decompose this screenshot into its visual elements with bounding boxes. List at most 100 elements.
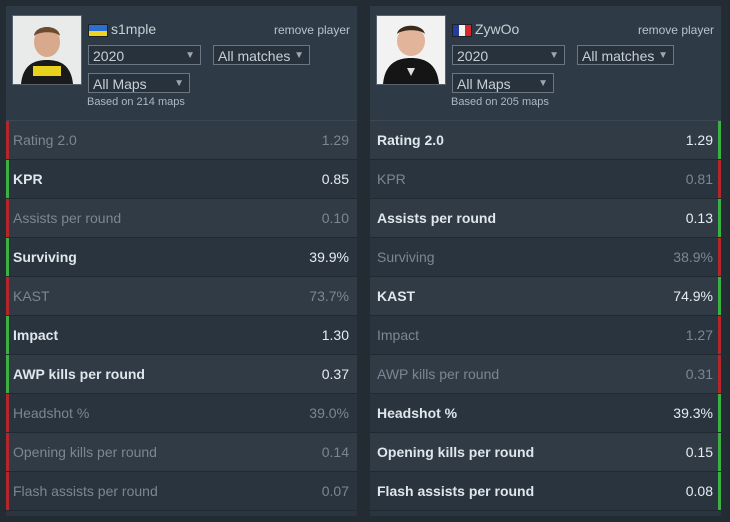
chevron-down-icon: ▼ (294, 50, 304, 61)
stat-row: Opening kills per round 0.15 (370, 433, 721, 472)
stat-row: AWP kills per round 0.37 (6, 355, 357, 394)
stat-value: 73.7% (309, 288, 349, 304)
stat-row: AWP kills per round 0.31 (370, 355, 721, 394)
stat-label: Flash assists per round (13, 483, 158, 499)
stat-row: Surviving 39.9% (6, 238, 357, 277)
stat-value: 0.07 (321, 483, 349, 499)
stat-label: KPR (13, 171, 43, 187)
better-indicator (6, 160, 9, 198)
maps-select-value: All Maps (457, 76, 511, 92)
stat-row: Impact 1.30 (6, 316, 357, 355)
based-on-maps: Based on 205 maps (451, 96, 549, 108)
better-indicator (718, 433, 721, 471)
player-avatar (376, 15, 446, 85)
stat-label: Assists per round (13, 210, 122, 226)
maps-select-value: All Maps (93, 76, 147, 92)
stat-label: Headshot % (13, 405, 90, 421)
better-indicator (6, 355, 9, 393)
stat-value: 0.81 (685, 171, 713, 187)
stat-value: 0.31 (685, 366, 713, 382)
remove-player-link[interactable]: remove player (638, 23, 714, 37)
stat-row: Rating 2.0 1.29 (370, 121, 721, 160)
stat-value: 0.15 (685, 444, 713, 460)
stat-row: Flash assists per round 0.07 (6, 472, 357, 511)
worse-indicator (6, 199, 9, 237)
stat-value: 0.13 (685, 210, 713, 226)
worse-indicator (6, 433, 9, 471)
better-indicator (6, 238, 9, 276)
stat-row: Assists per round 0.13 (370, 199, 721, 238)
stat-value: 0.85 (321, 171, 349, 187)
better-indicator (718, 394, 721, 432)
stat-value: 39.9% (309, 249, 349, 265)
player-panel-left: s1mple remove player 2020 ▼ All matches … (6, 6, 357, 516)
year-select[interactable]: 2020 ▼ (88, 45, 201, 65)
stat-row: KPR 0.85 (6, 160, 357, 199)
stat-label: Surviving (13, 249, 77, 265)
stat-label: KPR (377, 171, 406, 187)
stat-value: 0.37 (321, 366, 349, 382)
stat-row: Surviving 38.9% (370, 238, 721, 277)
stat-label: Impact (377, 327, 420, 343)
stat-row: Assists per round 0.10 (6, 199, 357, 238)
matches-select-value: All matches (582, 48, 655, 64)
year-select-value: 2020 (457, 48, 489, 64)
player-name[interactable]: ZywOo (475, 21, 519, 37)
player-header: ZywOo remove player 2020 ▼ All matches ▼… (370, 6, 721, 121)
stat-row: Opening kills per round 0.14 (6, 433, 357, 472)
worse-indicator (718, 316, 721, 354)
stat-label: Rating 2.0 (13, 132, 77, 148)
stat-label: Opening kills per round (377, 444, 535, 460)
stat-value: 39.3% (673, 405, 713, 421)
france-flag-icon (452, 24, 472, 37)
stat-label: Opening kills per round (13, 444, 157, 460)
worse-indicator (6, 394, 9, 432)
stat-label: Rating 2.0 (377, 132, 444, 148)
stat-value: 1.27 (685, 327, 713, 343)
chevron-down-icon: ▼ (658, 50, 668, 61)
matches-select-value: All matches (218, 48, 291, 64)
stats-list: Rating 2.0 1.29 KPR 0.85 Assists per round 0.… (6, 121, 357, 511)
maps-select[interactable]: All Maps ▼ (452, 73, 554, 93)
matches-select[interactable]: All matches ▼ (577, 45, 674, 65)
better-indicator (6, 316, 9, 354)
worse-indicator (6, 472, 9, 510)
chevron-down-icon: ▼ (549, 50, 559, 61)
stat-label: Flash assists per round (377, 483, 535, 499)
chevron-down-icon: ▼ (538, 78, 548, 89)
stats-list: Rating 2.0 1.29 KPR 0.81 Assists per round 0.… (370, 121, 721, 511)
matches-select[interactable]: All matches ▼ (213, 45, 310, 65)
remove-player-link[interactable]: remove player (274, 23, 350, 37)
stat-value: 38.9% (673, 249, 713, 265)
stat-label: AWP kills per round (13, 366, 145, 382)
player-panel-right: ZywOo remove player 2020 ▼ All matches ▼… (370, 6, 721, 516)
worse-indicator (6, 121, 9, 159)
player-avatar (12, 15, 82, 85)
based-on-maps: Based on 214 maps (87, 96, 185, 108)
stat-label: Surviving (377, 249, 435, 265)
stat-value: 39.0% (309, 405, 349, 421)
stat-label: KAST (377, 288, 416, 304)
player-header: s1mple remove player 2020 ▼ All matches … (6, 6, 357, 121)
better-indicator (718, 199, 721, 237)
stat-row: Flash assists per round 0.08 (370, 472, 721, 511)
worse-indicator (718, 238, 721, 276)
stat-value: 1.29 (321, 132, 349, 148)
stat-label: KAST (13, 288, 50, 304)
year-select[interactable]: 2020 ▼ (452, 45, 565, 65)
stat-label: Assists per round (377, 210, 497, 226)
stat-value: 1.30 (321, 327, 349, 343)
ukraine-flag-icon (88, 24, 108, 37)
stat-label: AWP kills per round (377, 366, 500, 382)
stat-label: Headshot % (377, 405, 458, 421)
maps-select[interactable]: All Maps ▼ (88, 73, 190, 93)
stat-row: Headshot % 39.0% (6, 394, 357, 433)
stat-row: Headshot % 39.3% (370, 394, 721, 433)
stat-value: 0.10 (321, 210, 349, 226)
stat-row: Rating 2.0 1.29 (6, 121, 357, 160)
stat-row: KAST 73.7% (6, 277, 357, 316)
player-name[interactable]: s1mple (111, 21, 156, 37)
better-indicator (718, 472, 721, 510)
stat-row: KPR 0.81 (370, 160, 721, 199)
stat-value: 0.08 (685, 483, 713, 499)
